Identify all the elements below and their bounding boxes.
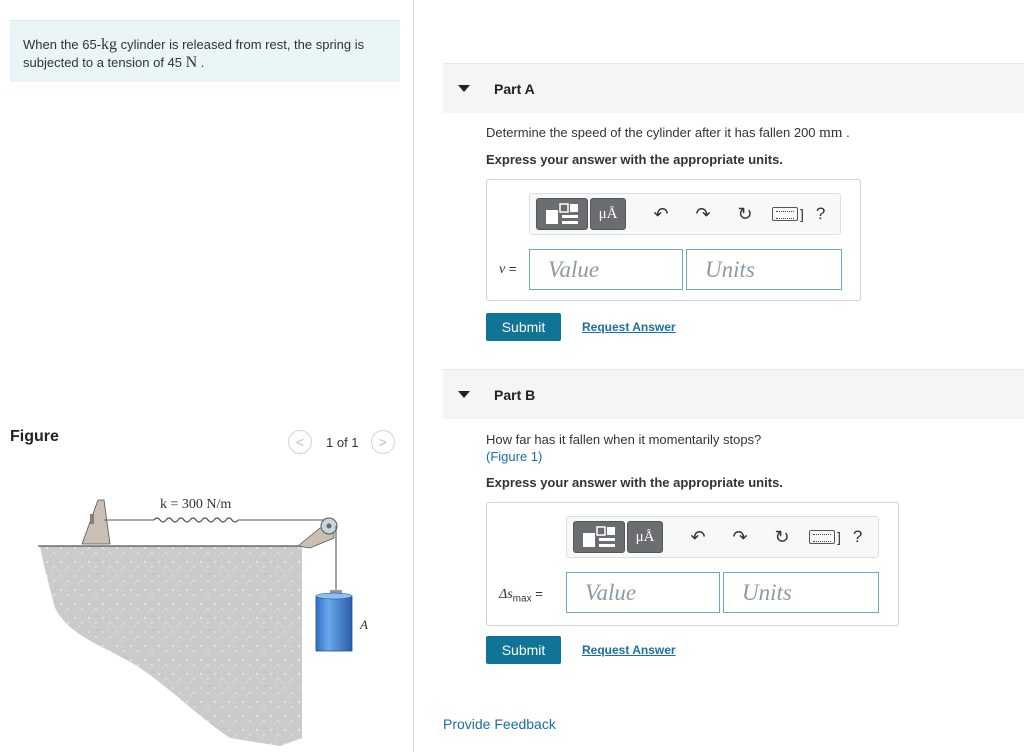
figure-heading: Figure bbox=[10, 428, 59, 445]
velocity-label: v = bbox=[499, 261, 517, 277]
part-b-question: How far has it fallen when it momentaril… bbox=[486, 432, 762, 464]
spring-constant-label: k = 300 N/m bbox=[160, 497, 231, 512]
value-input[interactable]: Value bbox=[529, 249, 683, 290]
next-figure-button[interactable]: > bbox=[370, 430, 395, 454]
provide-feedback-link[interactable]: Provide Feedback bbox=[443, 716, 556, 732]
part-a-title: Part A bbox=[494, 80, 535, 97]
keyboard-icon[interactable] bbox=[772, 207, 798, 221]
part-a-question: Determine the speed of the cylinder afte… bbox=[486, 125, 850, 141]
figure-pager: < 1 of 1 > bbox=[288, 430, 395, 454]
units-symbol-button[interactable]: μÅ bbox=[590, 198, 626, 230]
problem-statement: When the 65-kg cylinder is released from… bbox=[10, 20, 400, 82]
figure-page-count: 1 of 1 bbox=[326, 434, 359, 450]
figure-link[interactable]: Figure 1 bbox=[490, 449, 538, 464]
part-b-header[interactable]: Part B bbox=[443, 369, 1024, 419]
part-a-answer-box: μÅ ↶ ↷ ↻ ] ? v = Value Units bbox=[486, 179, 861, 301]
redo-icon[interactable]: ↷ bbox=[688, 199, 718, 229]
part-b-submit-button[interactable]: Submit bbox=[486, 636, 561, 664]
prev-figure-button[interactable]: < bbox=[288, 430, 312, 454]
help-icon[interactable]: ? bbox=[853, 527, 862, 547]
templates-button[interactable] bbox=[536, 198, 588, 230]
part-a-instruction: Express your answer with the appropriate… bbox=[486, 152, 783, 167]
part-b-instruction: Express your answer with the appropriate… bbox=[486, 475, 783, 490]
value-input[interactable]: Value bbox=[566, 572, 720, 613]
problem-panel: When the 65-kg cylinder is released from… bbox=[0, 0, 414, 752]
help-icon[interactable]: ? bbox=[816, 204, 825, 224]
part-b-request-answer-link[interactable]: Request Answer bbox=[582, 643, 676, 657]
reset-icon[interactable]: ↻ bbox=[767, 522, 797, 552]
part-a-request-answer-link[interactable]: Request Answer bbox=[582, 320, 676, 334]
templates-button[interactable] bbox=[573, 521, 625, 553]
part-b-toolbar: μÅ ↶ ↷ ↻ ] ? bbox=[566, 516, 879, 558]
collapse-caret-icon[interactable] bbox=[458, 391, 470, 398]
undo-icon[interactable]: ↶ bbox=[646, 199, 676, 229]
redo-icon[interactable]: ↷ bbox=[725, 522, 755, 552]
displacement-label: Δsmax = bbox=[499, 586, 543, 605]
undo-icon[interactable]: ↶ bbox=[683, 522, 713, 552]
units-input[interactable]: Units bbox=[686, 249, 842, 290]
units-input[interactable]: Units bbox=[723, 572, 879, 613]
keyboard-icon[interactable] bbox=[809, 530, 835, 544]
reset-icon[interactable]: ↻ bbox=[730, 199, 760, 229]
point-a-label: A bbox=[359, 617, 368, 632]
templates-icon bbox=[583, 526, 615, 547]
part-a-toolbar: μÅ ↶ ↷ ↻ ] ? bbox=[529, 193, 841, 235]
templates-icon bbox=[546, 203, 578, 224]
bracket-glyph: ] bbox=[800, 206, 804, 222]
part-b-title: Part B bbox=[494, 386, 536, 403]
units-symbol-button[interactable]: μÅ bbox=[627, 521, 663, 553]
part-b-answer-box: μÅ ↶ ↷ ↻ ] ? Δsmax = Value Units bbox=[486, 502, 899, 626]
collapse-caret-icon[interactable] bbox=[458, 85, 470, 92]
figure-image: k = 300 N/m A bbox=[38, 497, 368, 746]
part-a-header[interactable]: Part A bbox=[443, 63, 1024, 113]
bracket-glyph: ] bbox=[837, 529, 841, 545]
part-a-submit-button[interactable]: Submit bbox=[486, 313, 561, 341]
